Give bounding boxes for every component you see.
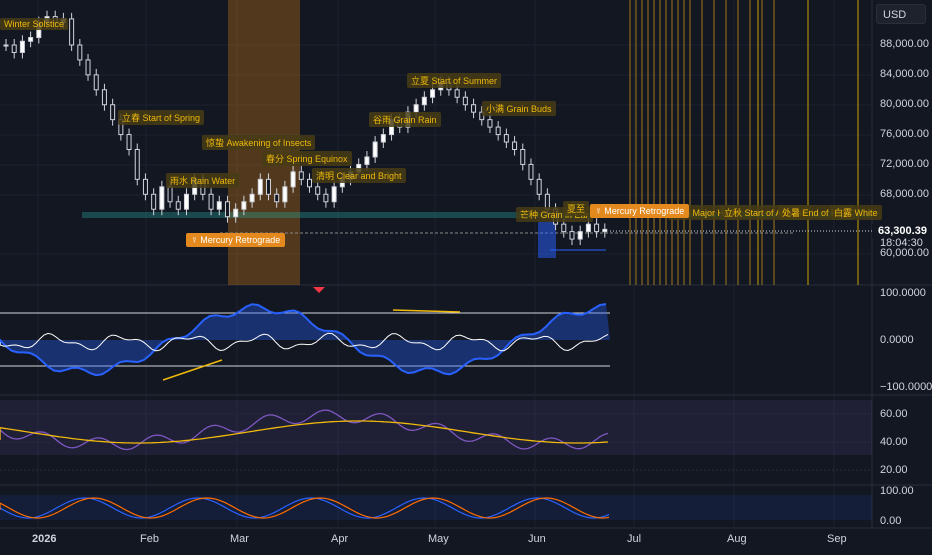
candle-body bbox=[257, 178, 263, 195]
candle-body bbox=[512, 141, 518, 151]
candle-body bbox=[101, 89, 107, 106]
candle-body bbox=[208, 193, 214, 210]
candle-body bbox=[495, 126, 501, 136]
mercury-retrograde-label: ☿ Mercury Retrograde bbox=[590, 204, 690, 218]
bar-countdown: 18:04:30 bbox=[880, 237, 923, 249]
candle-body bbox=[536, 178, 542, 195]
candle-body bbox=[561, 223, 567, 233]
candle-body bbox=[372, 141, 378, 158]
osc-tick-0: 0.0000 bbox=[880, 334, 914, 346]
osc-tick-100: 100.0000 bbox=[880, 287, 926, 299]
event-label: Winter Solstice bbox=[0, 18, 69, 30]
event-label: 谷雨 Grain Rain bbox=[369, 112, 441, 127]
candle-body bbox=[265, 178, 271, 195]
candle-body bbox=[3, 44, 9, 47]
candle-body bbox=[216, 201, 222, 210]
candle-body bbox=[421, 96, 427, 106]
price-tick-88000: 88,000.00 bbox=[880, 38, 929, 50]
candle-body bbox=[323, 193, 329, 203]
time-label-apr: Apr bbox=[331, 533, 349, 545]
volume-profile-box bbox=[538, 222, 556, 258]
time-label-2026: 2026 bbox=[32, 533, 57, 545]
event-label: 清明 Clear and Bright bbox=[312, 168, 406, 183]
candle-body bbox=[175, 201, 181, 210]
candle-body bbox=[19, 40, 25, 53]
candle-body bbox=[11, 44, 17, 53]
candle-body bbox=[241, 201, 247, 210]
candle-body bbox=[151, 193, 157, 210]
event-label: 惊蛰 Awakening of Insects bbox=[202, 135, 316, 150]
candle-body bbox=[364, 156, 370, 165]
candle-body bbox=[69, 18, 75, 46]
event-label: 立夏 Start of Summer bbox=[407, 73, 502, 88]
time-label-jul: Jul bbox=[627, 533, 642, 545]
candle-body bbox=[331, 186, 337, 203]
candle-body bbox=[528, 163, 534, 180]
time-label-feb: Feb bbox=[140, 533, 159, 545]
candle-body bbox=[487, 119, 493, 128]
candle-body bbox=[85, 59, 91, 76]
time-label-sep: Sep bbox=[827, 533, 847, 545]
candle-body bbox=[134, 149, 140, 180]
time-label-mar: Mar bbox=[230, 533, 249, 545]
time-label-aug: Aug bbox=[727, 533, 747, 545]
candle-body bbox=[298, 171, 304, 180]
candle-body bbox=[282, 186, 288, 203]
candle-body bbox=[454, 89, 460, 98]
candle-body bbox=[569, 231, 575, 240]
candle-body bbox=[110, 104, 116, 121]
stoch-tick-100: 100.00 bbox=[880, 485, 914, 497]
candle-body bbox=[577, 231, 583, 240]
mercury-retrograde-label: ☿ Mercury Retrograde bbox=[186, 233, 286, 247]
rsi-tick-20: 20.00 bbox=[880, 464, 908, 476]
candle-body bbox=[462, 96, 468, 106]
candle-body bbox=[93, 74, 99, 91]
rsi-tick-60: 60.00 bbox=[880, 408, 908, 420]
candle-body bbox=[77, 44, 83, 61]
stoch-tick-0: 0.00 bbox=[880, 515, 902, 527]
osc-tick-neg100: −100.0000 bbox=[880, 381, 932, 393]
candle-body bbox=[183, 193, 189, 210]
candle-body bbox=[471, 104, 477, 113]
candle-body bbox=[126, 134, 132, 150]
event-label: 白露 White bbox=[830, 205, 882, 220]
divergence-line bbox=[162, 359, 223, 381]
candle-body bbox=[233, 208, 239, 218]
candle-body bbox=[602, 228, 608, 233]
candle-body bbox=[167, 186, 173, 203]
currency-button[interactable]: USD bbox=[876, 4, 926, 24]
signal-marker bbox=[313, 287, 325, 293]
candle-body bbox=[290, 171, 296, 188]
event-label: 立春 Start of Spring bbox=[118, 110, 205, 125]
candle-body bbox=[307, 178, 312, 188]
event-label: 雨水 Rain Water bbox=[166, 173, 240, 188]
candle-body bbox=[520, 149, 526, 165]
time-label-jun: Jun bbox=[528, 533, 546, 545]
rsi-tick-40: 40.00 bbox=[880, 436, 908, 448]
price-tick-76000: 76,000.00 bbox=[880, 128, 929, 140]
candle-body bbox=[142, 178, 148, 195]
candle-body bbox=[585, 223, 591, 233]
price-tick-68000: 68,000.00 bbox=[880, 188, 929, 200]
event-label: 夏至 bbox=[563, 201, 590, 216]
divergence-line bbox=[392, 309, 461, 313]
candle-body bbox=[380, 134, 386, 143]
candle-body bbox=[159, 186, 165, 210]
candle-body bbox=[224, 201, 230, 218]
candle-body bbox=[249, 193, 255, 203]
candle-body bbox=[594, 223, 600, 233]
price-tick-80000: 80,000.00 bbox=[880, 98, 929, 110]
candle-body bbox=[503, 134, 509, 143]
time-label-may: May bbox=[428, 533, 449, 545]
event-label: 小满 Grain Buds bbox=[482, 101, 556, 116]
candle-body bbox=[315, 186, 321, 195]
price-tick-72000: 72,000.00 bbox=[880, 158, 929, 170]
candle-body bbox=[430, 89, 436, 98]
price-tick-84000: 84,000.00 bbox=[880, 68, 929, 80]
candle-body bbox=[28, 37, 34, 42]
event-label: 春分 Spring Equinox bbox=[262, 151, 352, 166]
candle-body bbox=[274, 193, 280, 203]
